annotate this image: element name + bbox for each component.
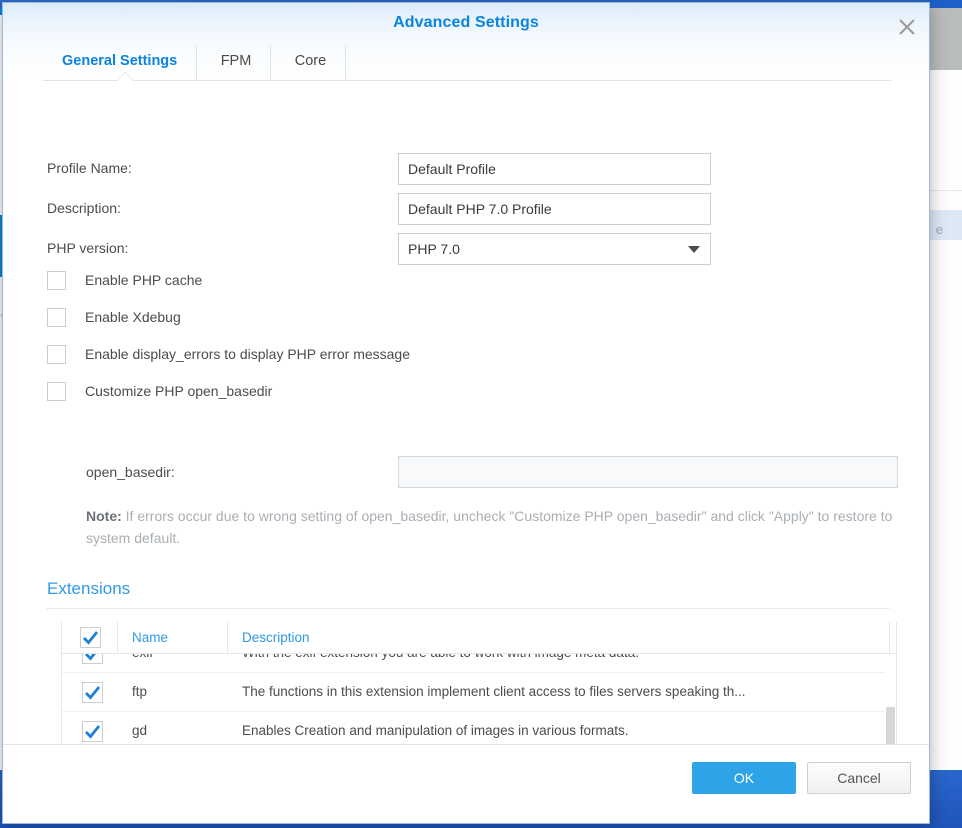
table-row[interactable]: exif With the exif extension you are abl… [62,654,896,673]
ok-button[interactable]: OK [692,762,796,794]
active-tab-pointer-icon [117,73,133,81]
tab-fpm[interactable]: FPM [202,45,272,81]
row-check-cell [62,654,118,672]
row-checkbox[interactable] [82,682,103,703]
header-select-all-cell [62,622,118,653]
open-basedir-label: open_basedir: [86,464,175,480]
description-label: Description: [47,200,121,216]
note-text: If errors occur due to wrong setting of … [86,508,893,546]
dialog-header: Advanced Settings [3,3,929,45]
tab-bar: General Settings FPM Core [3,45,929,81]
row-checkbox[interactable] [82,721,103,742]
profile-name-label: Profile Name: [47,160,132,176]
profile-name-input[interactable] [398,153,711,185]
extensions-scrollbar-thumb[interactable] [886,707,895,744]
header-menu-cell [890,622,896,653]
note-prefix: Note: [86,508,122,524]
select-all-checkbox[interactable] [80,627,101,648]
enable-xdebug-checkbox[interactable] [47,308,66,327]
profile-name-row: Profile Name: [3,153,929,187]
column-header-name[interactable]: Name [118,622,228,653]
description-row: Description: [3,193,929,227]
enable-display-errors-label: Enable display_errors to display PHP err… [85,346,411,362]
open-basedir-input[interactable] [398,456,898,488]
php-version-select[interactable]: PHP 7.0 [398,233,711,265]
row-description: The functions in this extension implemen… [242,684,746,699]
extensions-table-header: Name Description [62,622,896,654]
enable-display-errors-checkbox[interactable] [47,345,66,364]
dialog-footer: OK Cancel [3,744,929,823]
php-version-select-wrap: PHP 7.0 [398,233,711,265]
tab-core[interactable]: Core [276,45,347,81]
php-version-label: PHP version: [47,240,129,256]
dialog-body: Profile Name: Description: PHP version: … [3,81,929,744]
php-version-row: PHP version: PHP 7.0 [3,233,929,267]
row-check-cell [62,712,118,744]
extensions-scrollbar-track[interactable] [885,653,896,744]
enable-php-cache-checkbox[interactable] [47,271,66,290]
extensions-table: Name Description e [61,622,897,744]
row-checkbox[interactable] [82,654,103,664]
row-name: exif [118,654,228,672]
close-icon[interactable] [897,17,917,37]
customize-open-basedir-checkbox[interactable] [47,382,66,401]
row-check-cell [62,673,118,711]
enable-php-cache-label: Enable PHP cache [85,272,203,288]
table-row[interactable]: gd Enables Creation and manipulation of … [62,712,896,744]
column-header-description[interactable]: Description [228,622,890,653]
enable-xdebug-label: Enable Xdebug [85,309,181,325]
extensions-rows: exif With the exif extension you are abl… [62,654,896,744]
row-description: With the exif extension you are able to … [228,654,896,672]
background-right-divider [925,190,962,191]
extensions-rows-viewport: exif With the exif extension you are abl… [62,654,896,744]
row-description: Enables Creation and manipulation of ima… [242,723,629,738]
description-input[interactable] [398,193,711,225]
table-row[interactable]: ftp The functions in this extension impl… [62,673,896,712]
customize-open-basedir-label: Customize PHP open_basedir [85,383,273,399]
background-right-fragment-mid: e [935,222,943,237]
advanced-settings-dialog: Advanced Settings General Settings FPM C… [2,2,930,824]
cancel-button[interactable]: Cancel [807,762,911,794]
background-right-highlight-row [925,210,962,240]
open-basedir-note: Note: If errors occur due to wrong setti… [86,505,916,549]
row-name: gd [132,723,148,738]
extensions-divider [47,608,890,609]
dialog-title: Advanced Settings [393,14,539,31]
extensions-section-title: Extensions [47,579,131,598]
row-name: ftp [132,684,148,699]
